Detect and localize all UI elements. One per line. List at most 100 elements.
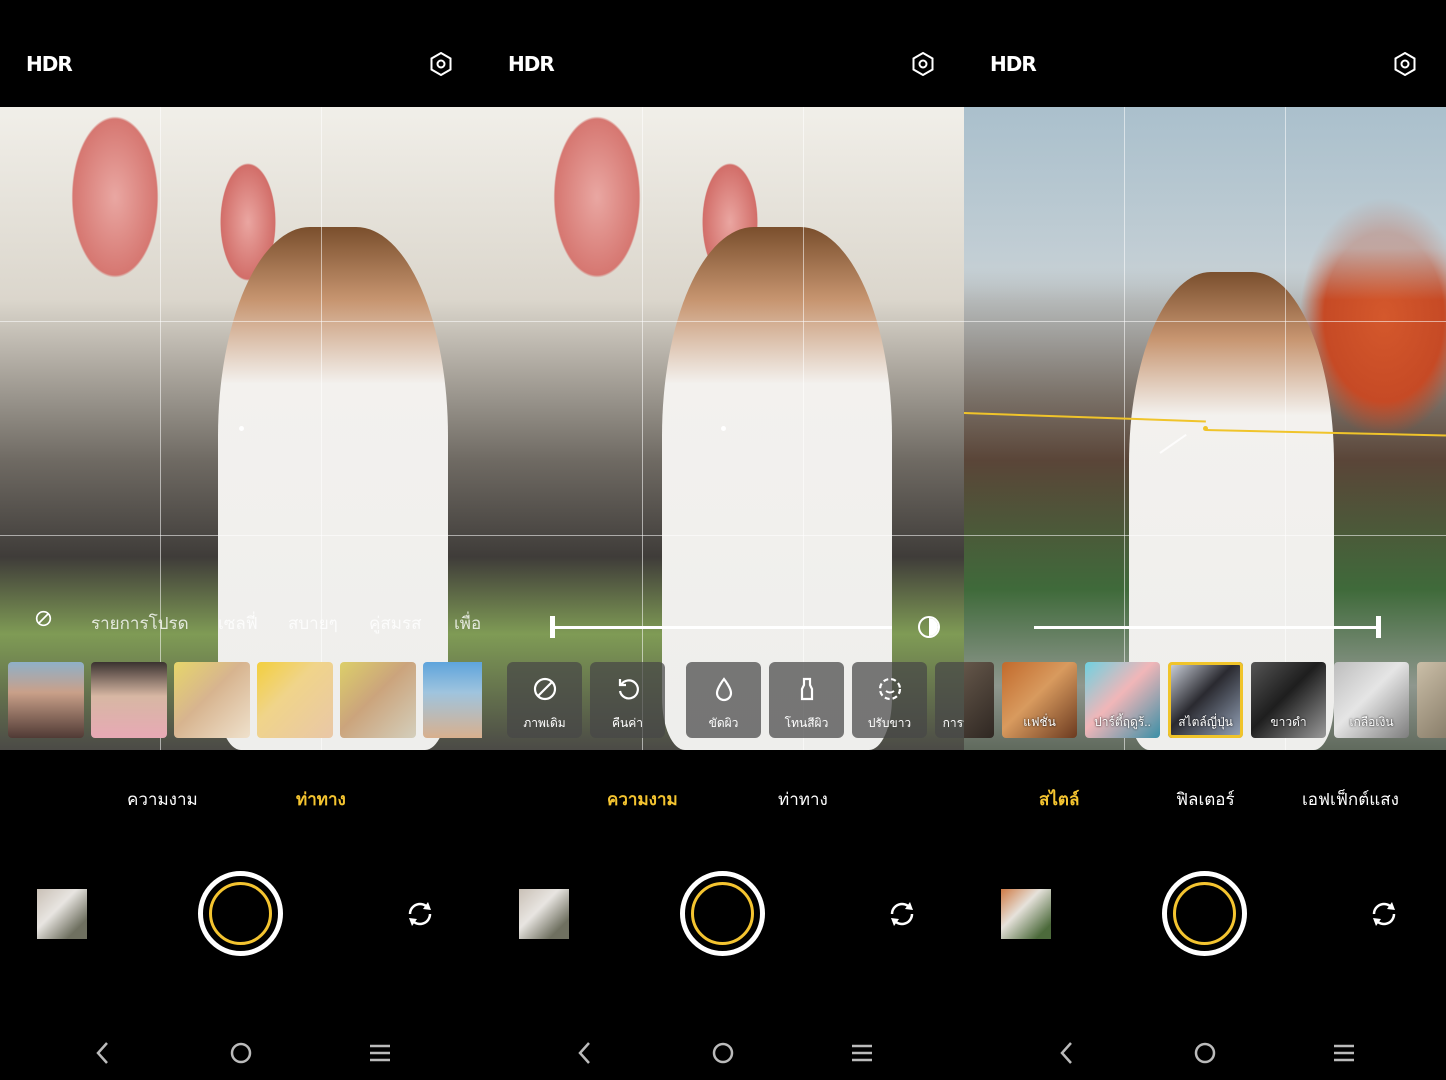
style-option-fashion[interactable] [964,662,994,738]
focus-point [721,426,726,431]
mode-selector: ความงาม ท่าทาง [482,782,964,812]
grid-line [482,321,964,322]
none-icon[interactable] [35,610,52,627]
shutter-button[interactable] [198,871,283,956]
system-navbar [482,1035,964,1073]
hdr-toggle[interactable]: HDR [26,52,73,76]
gallery-thumbnail[interactable] [519,889,569,939]
back-icon[interactable] [573,1035,597,1071]
pose-thumbnails [8,662,482,738]
mode-pose[interactable]: ท่าทาง [778,786,828,813]
beauty-slider[interactable] [552,626,892,629]
beauty-option-original[interactable]: ภาพเดิม [507,662,582,738]
settings-icon[interactable] [1393,52,1417,76]
mode-light-effect[interactable]: เอฟเฟ็กต์แสง [1302,786,1399,813]
grid-line [1285,107,1286,750]
top-bar: HDR [0,0,482,107]
focus-point [1203,426,1208,431]
pose-thumbnail[interactable] [257,662,333,738]
bottle-icon [800,677,814,701]
style-intensity-slider[interactable] [1034,626,1379,629]
home-icon[interactable] [229,1035,253,1071]
back-icon[interactable] [91,1035,115,1071]
system-navbar [0,1035,482,1073]
viewfinder[interactable]: รายการโปรด เซลฟี่ สบายๆ คู่สมรส เพื่อ [0,107,482,750]
grid-line [642,107,643,750]
beauty-option-skin-tone[interactable]: โทนสีผิว [769,662,844,738]
none-icon [533,677,557,701]
switch-camera-icon[interactable] [404,898,436,930]
pose-thumbnail[interactable] [423,662,482,738]
pose-category-friends[interactable]: เพื่อ [454,610,481,637]
grid-line [321,107,322,750]
style-option-silver-salt[interactable]: เกลือเงิน [1334,662,1409,738]
grid-line [160,107,161,750]
hdr-toggle[interactable]: HDR [990,52,1037,76]
grid-line [482,535,964,536]
style-option-black-white[interactable]: ขาวดำ [1251,662,1326,738]
pose-thumbnail[interactable] [8,662,84,738]
viewfinder[interactable]: ภาพเดิม คืนค่า ขัดผิว โทนสีผิว ปรับขาว ก… [482,107,964,750]
top-bar: HDR [482,0,964,107]
mode-beauty[interactable]: ความงาม [127,786,198,813]
grid-line [1124,107,1125,750]
beauty-option-partial[interactable]: การนีอ [935,662,964,738]
camera-screenshots: HDR รายการโปรด เซลฟี่ สบายๆ คู่สมรส เพื่… [0,0,1446,1080]
mode-filter[interactable]: ฟิลเตอร์ [1176,786,1235,813]
pose-category-row: รายการโปรด เซลฟี่ สบายๆ คู่สมรส เพื่อ [0,607,482,633]
grid-line [964,535,1446,536]
shutter-button[interactable] [680,871,765,956]
back-icon[interactable] [1055,1035,1079,1071]
mode-beauty[interactable]: ความงาม [607,786,678,813]
beauty-option-whiten[interactable]: ปรับขาว [852,662,927,738]
gallery-thumbnail[interactable] [1001,889,1051,939]
recents-icon[interactable] [850,1035,874,1071]
top-bar: HDR [964,0,1446,107]
reset-icon [618,679,639,700]
system-navbar [964,1035,1446,1073]
pose-thumbnail[interactable] [91,662,167,738]
shutter-button[interactable] [1162,871,1247,956]
grid-line [0,321,482,322]
face-frame-icon [878,677,902,701]
recents-icon[interactable] [368,1035,392,1071]
pose-category-favorites[interactable]: รายการโปรด [91,610,189,637]
hdr-toggle[interactable]: HDR [508,52,555,76]
pose-thumbnail[interactable] [174,662,250,738]
mode-selector: สไตล์ ฟิลเตอร์ เอฟเฟ็กต์แสง [964,782,1446,812]
settings-icon[interactable] [429,52,453,76]
style-option-summer-party[interactable]: ปาร์ตี้ฤดูร้.. [1085,662,1160,738]
beauty-options: ภาพเดิม คืนค่า ขัดผิว โทนสีผิว ปรับขาว ก… [482,662,964,738]
mode-style[interactable]: สไตล์ [1039,786,1079,813]
camera-panel-beauty: HDR ภาพเดิม คืนค่า ขัดผิว โทนสีผิว ปรับข… [482,0,964,1080]
recents-icon[interactable] [1332,1035,1356,1071]
home-icon[interactable] [1193,1035,1217,1071]
pose-category-selfie[interactable]: เซลฟี่ [218,610,258,637]
slider-max-cap [1376,616,1381,638]
camera-panel-style: HDR แฟชั่น ปาร์ตี้ฤดูร้.. สไตล์ญี่ปุ่น ข… [964,0,1446,1080]
home-icon[interactable] [711,1035,735,1071]
beauty-option-reset[interactable]: คืนค่า [590,662,665,738]
focus-point [239,426,244,431]
viewfinder[interactable]: แฟชั่น ปาร์ตี้ฤดูร้.. สไตล์ญี่ปุ่น ขาวดำ… [964,107,1446,750]
pose-thumbnail[interactable] [340,662,416,738]
settings-icon[interactable] [911,52,935,76]
grid-line [803,107,804,750]
switch-camera-icon[interactable] [886,898,918,930]
beauty-option-smooth[interactable]: ขัดผิว [686,662,761,738]
compare-icon[interactable] [918,616,940,638]
style-option-fashion[interactable]: แฟชั่น [1002,662,1077,738]
gallery-thumbnail[interactable] [37,889,87,939]
style-option-more[interactable] [1417,662,1446,738]
pose-category-casual[interactable]: สบายๆ [288,610,338,637]
style-option-japanese[interactable]: สไตล์ญี่ปุ่น [1168,662,1243,738]
mode-pose[interactable]: ท่าทาง [296,786,346,813]
grid-line [0,535,482,536]
grid-line [964,321,1446,322]
camera-panel-pose: HDR รายการโปรด เซลฟี่ สบายๆ คู่สมรส เพื่… [0,0,482,1080]
style-options: แฟชั่น ปาร์ตี้ฤดูร้.. สไตล์ญี่ปุ่น ขาวดำ… [964,662,1446,738]
mode-selector: ความงาม ท่าทาง [0,782,482,812]
switch-camera-icon[interactable] [1368,898,1400,930]
pose-category-couple[interactable]: คู่สมรส [369,610,421,637]
droplet-icon [715,677,733,702]
